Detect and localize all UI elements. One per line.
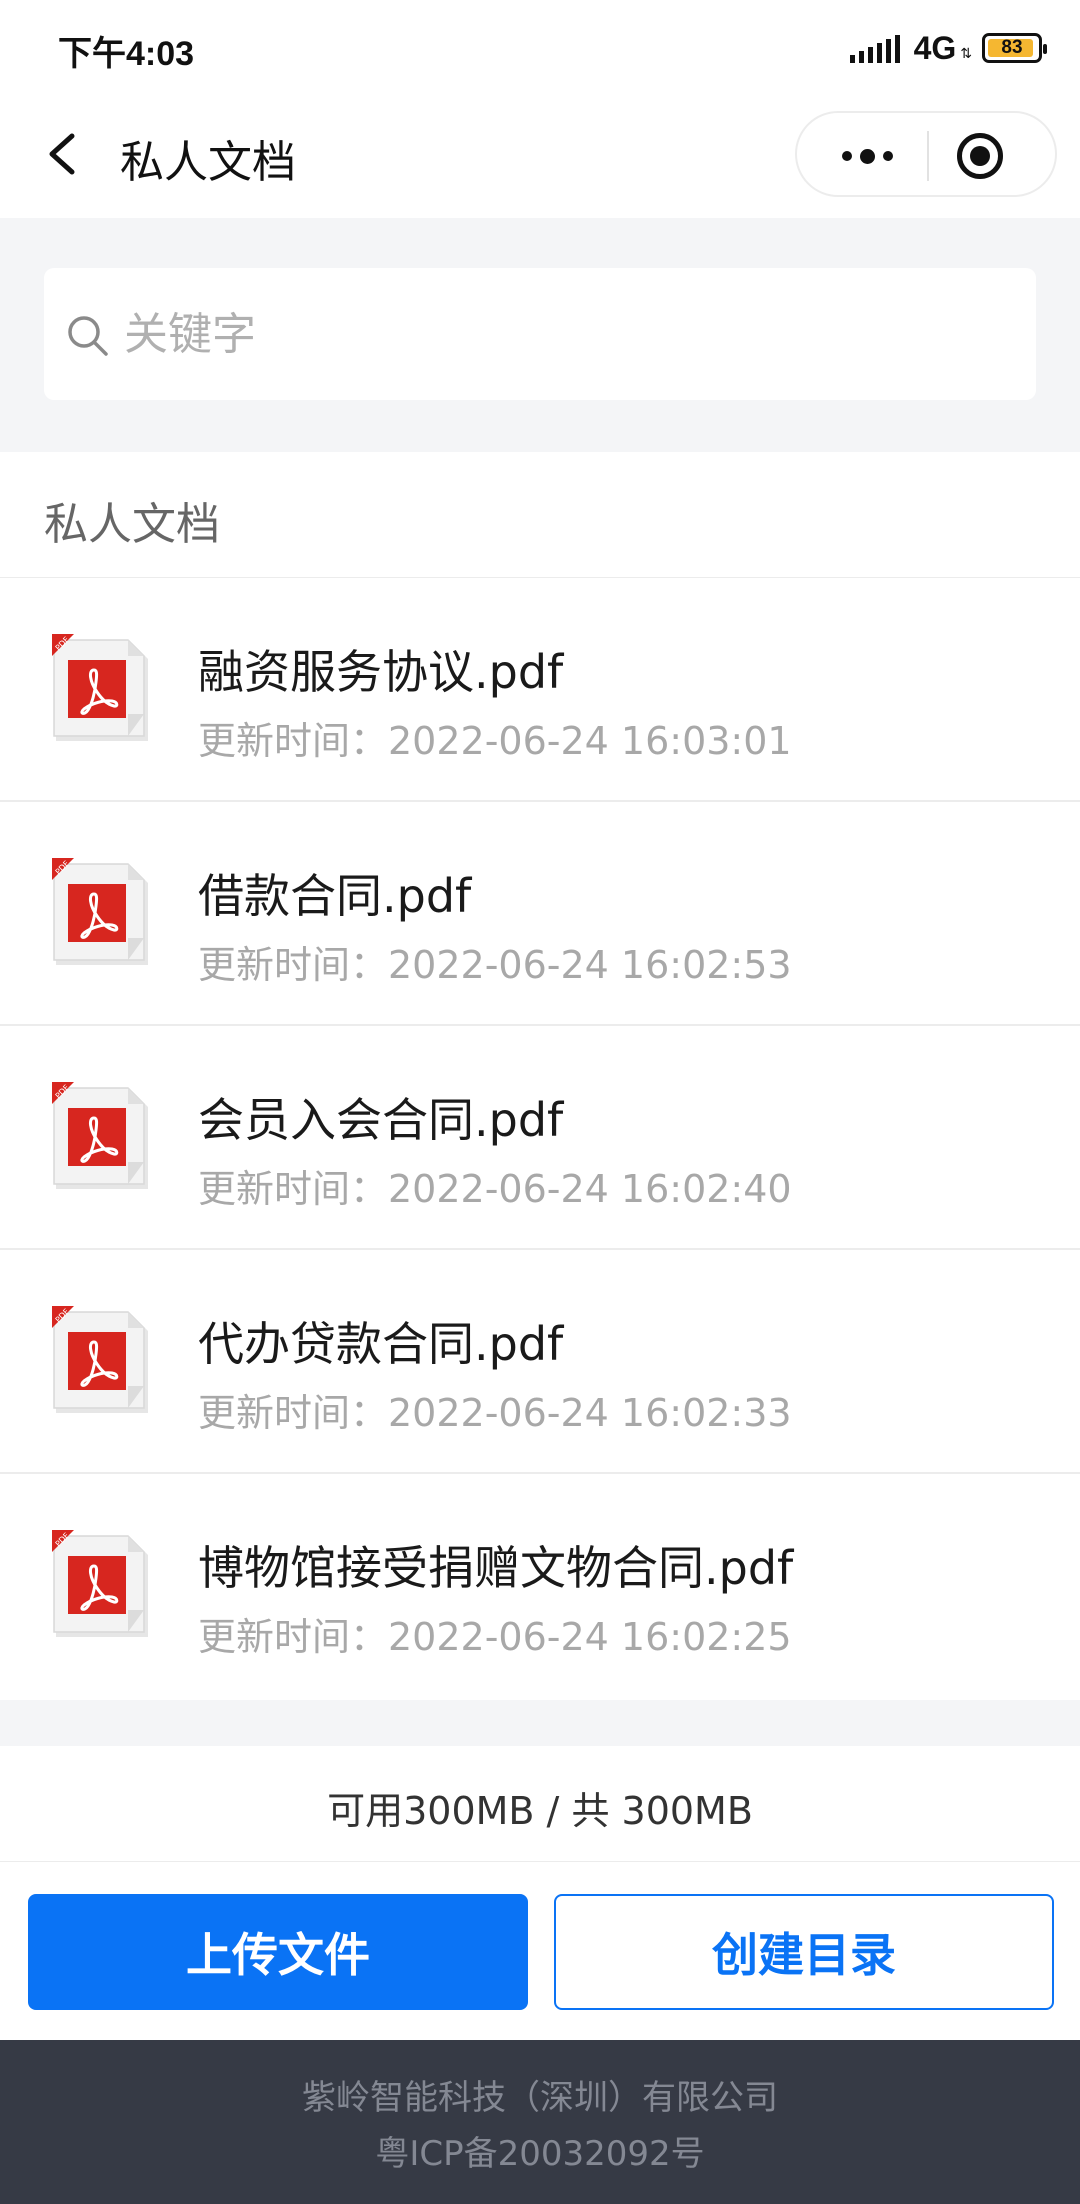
create-directory-button[interactable]: 创建目录 [554, 1894, 1054, 2010]
signal-icon [849, 33, 900, 63]
file-updated-time: 更新时间：2022-06-24 16:02:53 [198, 943, 792, 987]
file-name: 博物馆接受捐赠文物合同.pdf [198, 1541, 794, 1595]
file-list-item[interactable]: PDF 借款合同.pdf 更新时间：2022-06-24 16:02:53 [0, 802, 1080, 1026]
more-button[interactable] [817, 113, 917, 199]
pdf-file-icon: PDF [52, 1530, 148, 1637]
status-time: 下午4:03 [58, 35, 195, 73]
action-bar: 上传文件 创建目录 [0, 1862, 1080, 2040]
file-name: 代办贷款合同.pdf [198, 1317, 564, 1371]
file-updated-time: 更新时间：2022-06-24 16:03:01 [198, 719, 792, 763]
pdf-file-icon: PDF [52, 858, 148, 965]
more-dots-icon [841, 151, 852, 161]
storage-text: 可用300MB / 共 300MB [327, 1789, 753, 1833]
file-name: 会员入会合同.pdf [198, 1093, 564, 1147]
search-box[interactable] [44, 268, 1036, 400]
footer-company: 紫岭智能科技（深圳）有限公司 [302, 2078, 778, 2118]
storage-info: 可用300MB / 共 300MB [0, 1746, 1080, 1862]
file-list-item[interactable]: PDF 会员入会合同.pdf 更新时间：2022-06-24 16:02:40 [0, 1026, 1080, 1250]
section-header: 私人文档 [0, 452, 1080, 578]
pdf-file-icon: PDF [52, 634, 148, 741]
status-indicators: 4G ⇅ 83 [849, 28, 1047, 68]
pdf-file-icon: PDF [52, 1306, 148, 1413]
file-list-item[interactable]: PDF 博物馆接受捐赠文物合同.pdf 更新时间：2022-06-24 16:0… [0, 1474, 1080, 1698]
footer: 紫岭智能科技（深圳）有限公司 粤ICP备20032092号 [0, 2040, 1080, 2204]
file-updated-time: 更新时间：2022-06-24 16:02:33 [198, 1391, 792, 1435]
chevron-left-icon [49, 133, 75, 175]
network-type: 4G [913, 29, 957, 66]
file-updated-time: 更新时间：2022-06-24 16:02:40 [198, 1167, 792, 1211]
capsule-divider [927, 131, 929, 181]
data-arrows-icon: ⇅ [960, 46, 972, 62]
file-name: 融资服务协议.pdf [198, 645, 564, 699]
section-title: 私人文档 [44, 499, 220, 550]
file-name: 借款合同.pdf [198, 869, 472, 923]
file-updated-time: 更新时间：2022-06-24 16:02:25 [198, 1615, 792, 1659]
close-button[interactable] [957, 133, 1003, 179]
file-list-section: 私人文档 PDF 融资服务协议.pdf 更新时间：2022-06-24 16:0… [0, 452, 1080, 1700]
upload-file-button[interactable]: 上传文件 [28, 1894, 528, 2010]
battery-icon: 83 [982, 33, 1047, 63]
pdf-file-icon: PDF [52, 1082, 148, 1189]
search-area [0, 218, 1080, 452]
footer-icp[interactable]: 粤ICP备20032092号 [0, 2126, 1080, 2175]
battery-level: 83 [1001, 37, 1023, 58]
nav-bar: 私人文档 [0, 96, 1080, 218]
search-input[interactable] [124, 294, 1004, 374]
mini-program-capsule [795, 111, 1057, 197]
status-bar: 下午4:03 4G ⇅ 83 [0, 0, 1080, 96]
file-list-item[interactable]: PDF 融资服务协议.pdf 更新时间：2022-06-24 16:03:01 [0, 578, 1080, 802]
file-list-item[interactable]: PDF 代办贷款合同.pdf 更新时间：2022-06-24 16:02:33 [0, 1250, 1080, 1474]
page-title: 私人文档 [120, 137, 296, 188]
back-button[interactable] [36, 124, 96, 184]
search-icon [68, 316, 108, 356]
